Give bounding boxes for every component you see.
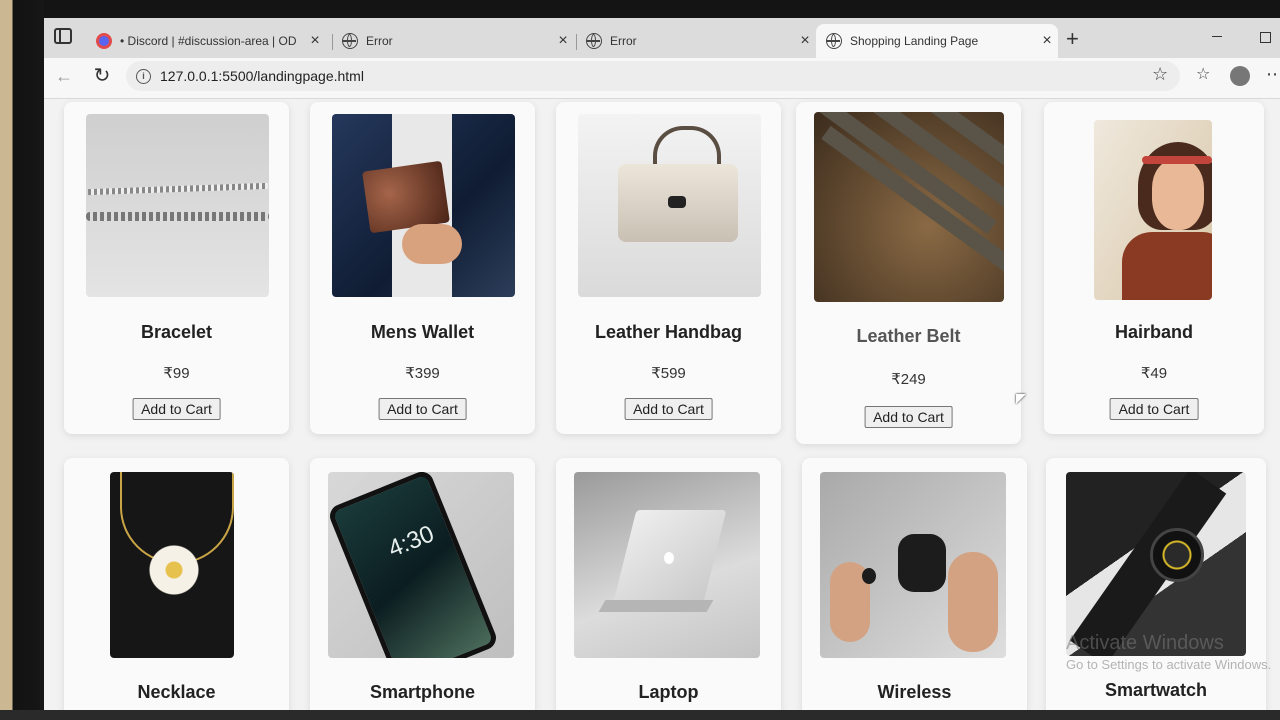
monitor-bezel-left bbox=[0, 0, 44, 720]
add-to-cart-button[interactable]: Add to Cart bbox=[624, 398, 713, 420]
product-card-laptop: Laptop bbox=[556, 458, 781, 712]
landing-page: Bracelet ₹99 Add to Cart Mens Wallet ₹39… bbox=[44, 99, 1280, 712]
globe-icon bbox=[342, 33, 358, 49]
tab-title: • Discord | #discussion-area | OD bbox=[120, 34, 297, 48]
product-price: ₹399 bbox=[405, 365, 440, 382]
discord-icon bbox=[96, 33, 112, 49]
product-card-hairband: Hairband ₹49 Add to Cart bbox=[1044, 102, 1264, 434]
product-image bbox=[1094, 120, 1212, 300]
tab-error-2[interactable]: Error × bbox=[576, 24, 816, 58]
address-toolbar: ← ↻ i 127.0.0.1:5500/landingpage.html ☆ … bbox=[44, 58, 1280, 99]
product-name: Laptop bbox=[638, 682, 699, 702]
product-card-wireless: Wireless bbox=[802, 458, 1027, 712]
product-name: Leather Handbag bbox=[594, 322, 743, 342]
product-name: Necklace bbox=[137, 682, 216, 702]
tab-title: Shopping Landing Page bbox=[850, 34, 979, 48]
minimize-icon[interactable] bbox=[1212, 36, 1222, 37]
add-to-cart-button[interactable]: Add to Cart bbox=[1109, 398, 1199, 420]
mouse-cursor-icon bbox=[1016, 394, 1026, 404]
product-name: Bracelet bbox=[140, 322, 213, 342]
browser-window: • Discord | #discussion-area | OD × Erro… bbox=[44, 18, 1280, 712]
product-name: Wireless bbox=[877, 682, 952, 702]
tab-close-icon[interactable]: × bbox=[304, 32, 326, 50]
globe-icon bbox=[826, 33, 842, 49]
bookmark-star-icon[interactable]: ☆ bbox=[1152, 64, 1168, 85]
product-name: Smartphone bbox=[369, 682, 475, 702]
product-card-mens-wallet: Mens Wallet ₹399 Add to Cart bbox=[310, 102, 535, 434]
product-image bbox=[814, 112, 1004, 302]
product-card-leather-handbag: Leather Handbag ₹599 Add to Cart bbox=[556, 102, 781, 434]
product-name: Hairband bbox=[1114, 322, 1193, 342]
tab-close-icon[interactable]: × bbox=[1036, 32, 1058, 50]
tab-strip: • Discord | #discussion-area | OD × Erro… bbox=[44, 18, 1280, 58]
product-price: ₹49 bbox=[1140, 365, 1168, 382]
product-image: 4:30 bbox=[328, 472, 514, 658]
globe-icon bbox=[586, 33, 602, 49]
add-to-cart-button[interactable]: Add to Cart bbox=[378, 398, 467, 420]
product-image bbox=[1066, 472, 1246, 656]
reload-icon[interactable]: ↻ bbox=[90, 64, 114, 88]
product-image bbox=[86, 114, 269, 297]
tab-shopping-landing-page[interactable]: Shopping Landing Page × bbox=[816, 24, 1058, 58]
site-info-icon[interactable]: i bbox=[136, 69, 151, 84]
product-card-smartphone: 4:30 Smartphone bbox=[310, 458, 535, 712]
product-image bbox=[578, 114, 761, 297]
maximize-icon[interactable] bbox=[1260, 32, 1271, 43]
product-price: ₹599 bbox=[651, 365, 686, 382]
back-arrow-icon[interactable]: ← bbox=[52, 64, 76, 88]
product-name: Smartwatch bbox=[1104, 680, 1208, 700]
activate-windows-watermark: Activate Windows Go to Settings to activ… bbox=[1066, 632, 1271, 672]
product-card-bracelet: Bracelet ₹99 Add to Cart bbox=[64, 102, 289, 434]
url-text: 127.0.0.1:5500/landingpage.html bbox=[160, 68, 364, 84]
add-to-cart-button[interactable]: Add to Cart bbox=[132, 398, 221, 420]
product-price: ₹99 bbox=[163, 365, 190, 382]
product-name: Mens Wallet bbox=[370, 322, 475, 342]
monitor-bezel-top bbox=[0, 0, 1280, 18]
watermark-subtitle: Go to Settings to activate Windows. bbox=[1066, 657, 1272, 672]
tab-title: Error bbox=[366, 34, 393, 48]
add-to-cart-button[interactable]: Add to Cart bbox=[864, 406, 953, 428]
tab-title: Error bbox=[610, 34, 637, 48]
tab-actions-icon[interactable] bbox=[54, 28, 72, 44]
profile-avatar-icon[interactable] bbox=[1230, 66, 1250, 86]
tab-error-1[interactable]: Error × bbox=[332, 24, 574, 58]
favorites-icon[interactable]: ☆ bbox=[1196, 64, 1210, 84]
product-name: Leather Belt bbox=[856, 326, 961, 346]
product-image bbox=[110, 472, 234, 658]
watermark-title: Activate Windows bbox=[1066, 632, 1224, 654]
product-image bbox=[574, 472, 760, 658]
product-image bbox=[820, 472, 1006, 658]
product-price: ₹249 bbox=[891, 371, 926, 388]
product-image bbox=[332, 114, 515, 297]
more-menu-icon[interactable]: ⋯ bbox=[1266, 64, 1280, 85]
product-card-leather-belt: Leather Belt ₹249 Add to Cart bbox=[796, 102, 1021, 444]
tab-discord[interactable]: • Discord | #discussion-area | OD × bbox=[86, 24, 326, 58]
address-bar[interactable]: i 127.0.0.1:5500/landingpage.html bbox=[126, 61, 1180, 91]
tab-close-icon[interactable]: × bbox=[552, 32, 574, 50]
new-tab-button[interactable]: + bbox=[1066, 26, 1079, 52]
monitor-bezel-bottom bbox=[0, 710, 1280, 720]
product-card-smartwatch: Smartwatch bbox=[1046, 458, 1266, 712]
product-card-necklace: Necklace bbox=[64, 458, 289, 712]
tab-close-icon[interactable]: × bbox=[794, 32, 816, 50]
